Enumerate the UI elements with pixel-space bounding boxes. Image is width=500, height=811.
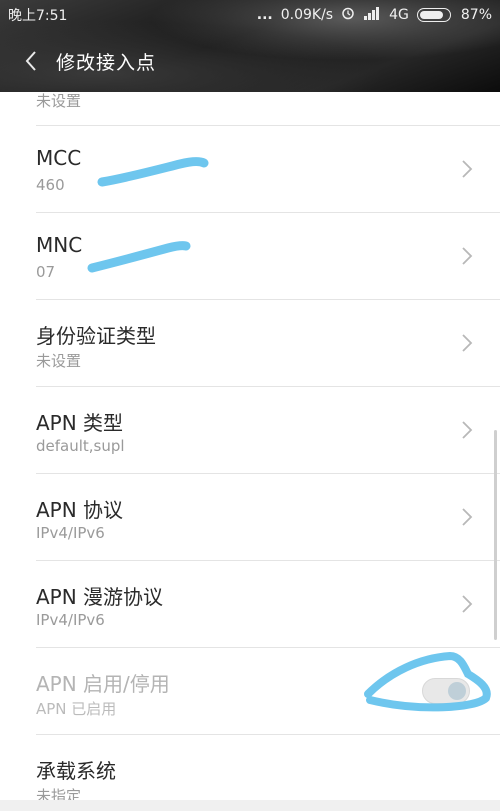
list-item-apn-roaming-protocol[interactable]: APN 漫游协议 IPv4/IPv6 (36, 561, 500, 648)
list-item-label: APN 启用/停用 (36, 672, 170, 696)
list-item-value: IPv4/IPv6 (36, 524, 105, 542)
list-item-label: APN 漫游协议 (36, 585, 164, 609)
list-item-value: APN 已启用 (36, 700, 117, 718)
list-item-partial[interactable]: 未设置 (36, 90, 500, 126)
list-item-apn-protocol[interactable]: APN 协议 IPv4/IPv6 (36, 474, 500, 561)
list-item-mcc[interactable]: MCC 460 (36, 126, 500, 213)
list-item-label: 承载系统 (36, 759, 116, 783)
chevron-right-icon (462, 421, 473, 439)
apn-settings-list: 未设置 MCC 460 MNC 07 身份验证类型 未设置 APN 类型 def… (0, 90, 500, 811)
page-title: 修改接入点 (56, 51, 157, 74)
list-item-apn-type[interactable]: APN 类型 default,supl (36, 387, 500, 474)
status-bar: 晚上7:51 ... 0.09K/s 4G 87% (0, 0, 500, 30)
bottom-edge (0, 800, 500, 811)
alarm-icon (341, 6, 355, 24)
chevron-right-icon (462, 334, 473, 352)
list-item-value: 460 (36, 176, 65, 194)
battery-icon (416, 8, 451, 22)
list-item-apn-enable[interactable]: APN 启用/停用 APN 已启用 (36, 648, 500, 735)
app-header: 晚上7:51 ... 0.09K/s 4G 87% 修改接入点 (0, 0, 500, 92)
chevron-right-icon (462, 160, 473, 178)
battery-percent: 87% (460, 7, 492, 23)
network-type: 4G (389, 7, 409, 23)
list-item-label: 身份验证类型 (36, 324, 156, 348)
list-item-value: 07 (36, 263, 56, 281)
status-time: 晚上7:51 (8, 8, 68, 24)
network-speed: 0.09K/s (280, 7, 334, 23)
signal-icon (363, 6, 381, 24)
battery-fill (419, 11, 443, 19)
list-item-value: 未设置 (36, 352, 82, 370)
list-item-label: MNC (36, 233, 83, 257)
chevron-right-icon (462, 595, 473, 613)
list-item-value: 未设置 (36, 92, 82, 110)
status-dots: ... (256, 7, 273, 23)
apn-enable-toggle[interactable] (422, 678, 470, 704)
list-item-label: MCC (36, 146, 82, 170)
chevron-left-icon[interactable] (8, 38, 54, 84)
chevron-right-icon (462, 508, 473, 526)
scrollbar[interactable] (494, 430, 497, 640)
list-item-label: APN 类型 (36, 411, 124, 435)
list-item-label: APN 协议 (36, 498, 124, 522)
list-item-value: default,supl (36, 437, 125, 455)
toggle-knob (448, 682, 466, 700)
list-item-value: IPv4/IPv6 (36, 611, 105, 629)
title-bar: 修改接入点 (0, 38, 500, 84)
list-item-mnc[interactable]: MNC 07 (36, 213, 500, 300)
list-item-auth-type[interactable]: 身份验证类型 未设置 (36, 300, 500, 387)
chevron-right-icon (462, 247, 473, 265)
